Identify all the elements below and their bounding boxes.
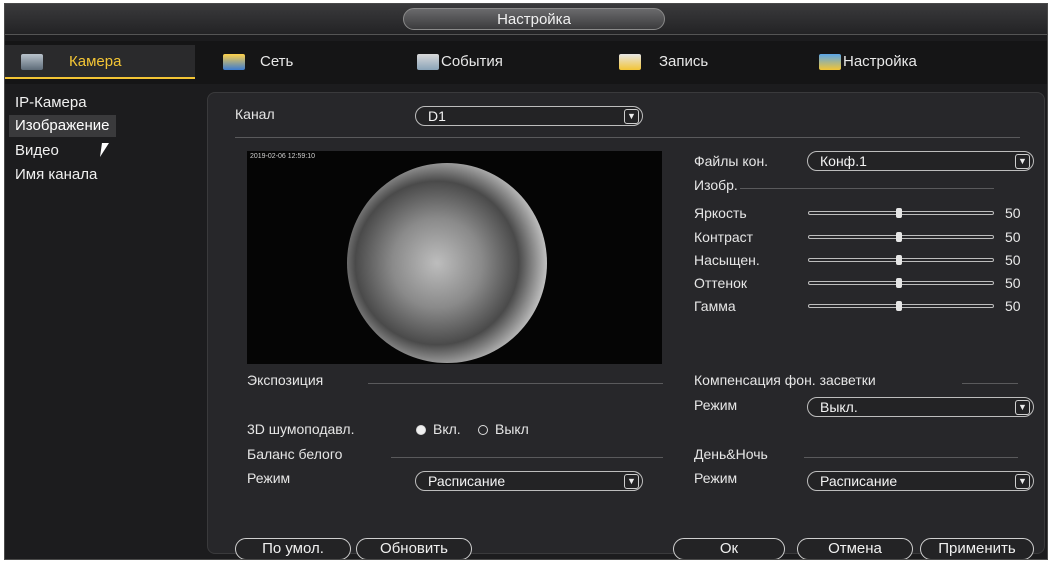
saturation-value: 50 bbox=[1005, 252, 1021, 268]
gamma-slider[interactable] bbox=[808, 301, 994, 311]
settings-icon bbox=[819, 54, 841, 70]
backlight-mode-value: Выкл. bbox=[820, 399, 858, 415]
config-select-value: Конф.1 bbox=[820, 153, 867, 169]
main-tab-bar: Камера Сеть События Запись Настройка bbox=[5, 41, 1047, 84]
gamma-value: 50 bbox=[1005, 298, 1021, 314]
brightness-label: Яркость bbox=[694, 205, 747, 221]
preview-timestamp: 2019-02-06 12:59:10 bbox=[250, 153, 315, 160]
tab-camera-label: Камера bbox=[69, 53, 122, 70]
brightness-slider[interactable] bbox=[808, 208, 994, 218]
contrast-slider[interactable] bbox=[808, 232, 994, 242]
tab-record-label: Запись bbox=[659, 53, 709, 70]
tab-settings[interactable]: Настройка bbox=[811, 45, 991, 79]
settings-window: Настройка Камера Сеть События Запись Нас… bbox=[4, 3, 1048, 560]
day-night-mode-label: Режим bbox=[694, 470, 738, 486]
contrast-slider-handle[interactable] bbox=[896, 232, 902, 242]
config-select[interactable]: Конф.1 ▼ bbox=[807, 151, 1034, 171]
title-bar: Настройка bbox=[5, 4, 1047, 35]
channel-label: Канал bbox=[235, 106, 275, 122]
tab-network[interactable]: Сеть bbox=[215, 45, 385, 79]
tab-network-label: Сеть bbox=[260, 53, 294, 70]
tab-camera[interactable]: Камера bbox=[5, 45, 195, 79]
divider bbox=[962, 383, 1018, 384]
chevron-down-icon: ▼ bbox=[1015, 400, 1030, 415]
refresh-button[interactable]: Обновить bbox=[356, 538, 472, 559]
default-button[interactable]: По умол. bbox=[235, 538, 351, 559]
chevron-down-icon: ▼ bbox=[624, 474, 639, 489]
sidebar-item-image[interactable]: Изображение bbox=[9, 115, 116, 137]
tab-events[interactable]: События bbox=[409, 45, 589, 79]
brightness-value: 50 bbox=[1005, 205, 1021, 221]
backlight-mode-label: Режим bbox=[694, 397, 738, 413]
white-balance-section-title: Баланс белого bbox=[247, 446, 343, 462]
record-icon bbox=[619, 54, 641, 70]
divider bbox=[804, 457, 1018, 458]
cancel-button[interactable]: Отмена bbox=[797, 538, 913, 559]
sidebar-item-ip-camera[interactable]: IP-Камера bbox=[9, 92, 93, 114]
gamma-slider-handle[interactable] bbox=[896, 301, 902, 311]
contrast-label: Контраст bbox=[694, 229, 754, 245]
white-balance-mode-value: Расписание bbox=[428, 473, 506, 489]
denoise-on-label: Вкл. bbox=[433, 421, 461, 437]
day-night-mode-select[interactable]: Расписание ▼ bbox=[807, 471, 1034, 491]
camera-icon bbox=[21, 54, 43, 70]
chevron-down-icon: ▼ bbox=[624, 109, 639, 124]
divider bbox=[391, 457, 663, 458]
network-icon bbox=[223, 54, 245, 70]
divider bbox=[740, 188, 994, 189]
white-balance-mode-select[interactable]: Расписание ▼ bbox=[415, 471, 643, 491]
config-label: Файлы кон. bbox=[694, 153, 769, 169]
hue-value: 50 bbox=[1005, 275, 1021, 291]
chevron-down-icon: ▼ bbox=[1015, 474, 1030, 489]
day-night-section-title: День&Ночь bbox=[694, 446, 768, 462]
denoise-off-label: Выкл bbox=[495, 421, 529, 437]
sidebar-item-channel-name[interactable]: Имя канала bbox=[9, 164, 103, 186]
contrast-value: 50 bbox=[1005, 229, 1021, 245]
exposure-section-title: Экспозиция bbox=[247, 372, 324, 388]
brightness-slider-handle[interactable] bbox=[896, 208, 902, 218]
denoise-label: 3D шумоподавл. bbox=[247, 421, 355, 437]
hue-label: Оттенок bbox=[694, 275, 747, 291]
day-night-mode-value: Расписание bbox=[820, 473, 898, 489]
saturation-slider-handle[interactable] bbox=[896, 255, 902, 265]
denoise-off-radio[interactable] bbox=[478, 425, 488, 435]
hue-slider-handle[interactable] bbox=[896, 278, 902, 288]
saturation-label: Насыщен. bbox=[694, 252, 760, 268]
image-section-title: Изобр. bbox=[694, 177, 738, 193]
channel-select-value: D1 bbox=[428, 108, 446, 124]
divider bbox=[368, 383, 663, 384]
saturation-slider[interactable] bbox=[808, 255, 994, 265]
window-title: Настройка bbox=[403, 8, 665, 30]
apply-button[interactable]: Применить bbox=[920, 538, 1034, 559]
tab-events-label: События bbox=[441, 53, 503, 70]
divider bbox=[235, 137, 1020, 138]
denoise-on-radio[interactable] bbox=[416, 425, 426, 435]
camera-preview: 2019-02-06 12:59:10 bbox=[247, 151, 662, 364]
hue-slider[interactable] bbox=[808, 278, 994, 288]
image-settings-panel: Канал D1 ▼ 2019-02-06 12:59:10 Файлы кон… bbox=[207, 92, 1045, 559]
fisheye-video-frame bbox=[347, 163, 547, 363]
chevron-down-icon: ▼ bbox=[1015, 154, 1030, 169]
ok-button[interactable]: Ок bbox=[673, 538, 785, 559]
backlight-section-title: Компенсация фон. засветки bbox=[694, 372, 876, 388]
channel-select[interactable]: D1 ▼ bbox=[415, 106, 643, 126]
sidebar-item-video[interactable]: Видео bbox=[9, 140, 65, 162]
white-balance-mode-label: Режим bbox=[247, 470, 291, 486]
gamma-label: Гамма bbox=[694, 298, 736, 314]
sidebar: IP-Камера Изображение Видео Имя канала bbox=[5, 88, 195, 558]
tab-settings-label: Настройка bbox=[843, 53, 917, 70]
tab-record[interactable]: Запись bbox=[611, 45, 791, 79]
events-icon bbox=[417, 54, 439, 70]
backlight-mode-select[interactable]: Выкл. ▼ bbox=[807, 397, 1034, 417]
